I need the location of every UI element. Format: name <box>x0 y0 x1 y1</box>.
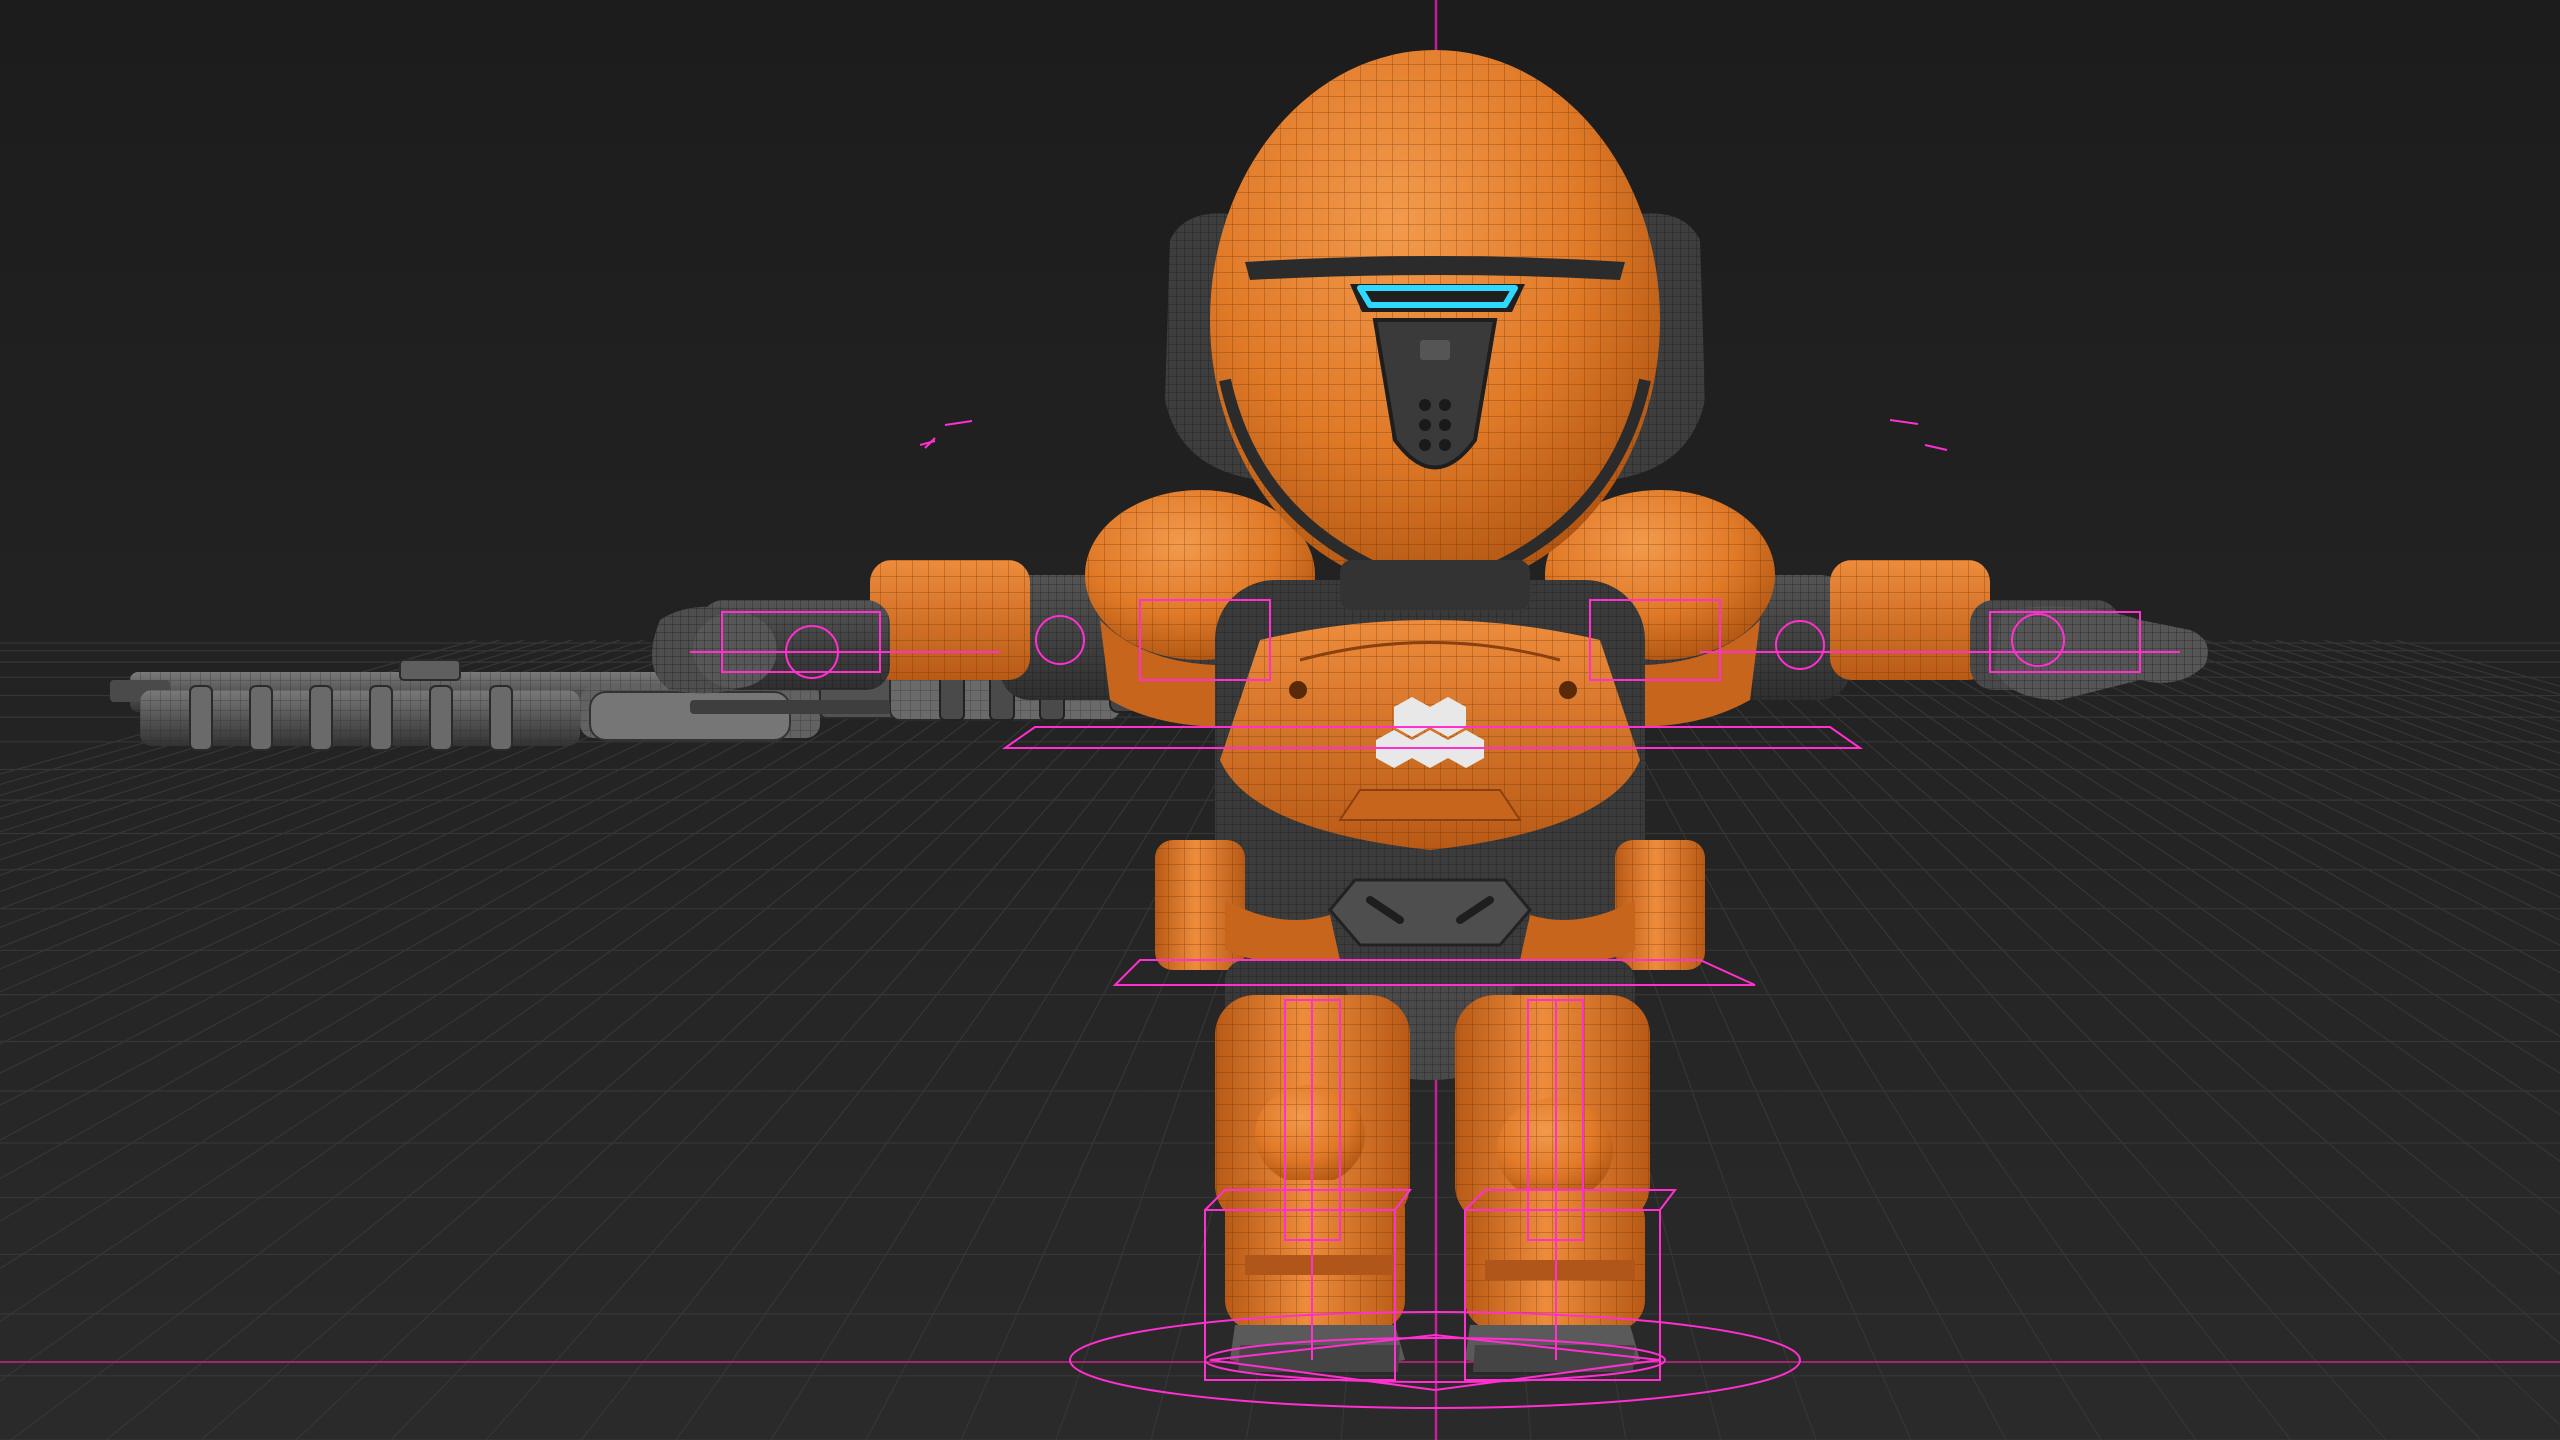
scene-canvas <box>0 0 2560 1440</box>
3d-viewport[interactable] <box>0 0 2560 1440</box>
right-leg[interactable] <box>1455 995 1650 1372</box>
